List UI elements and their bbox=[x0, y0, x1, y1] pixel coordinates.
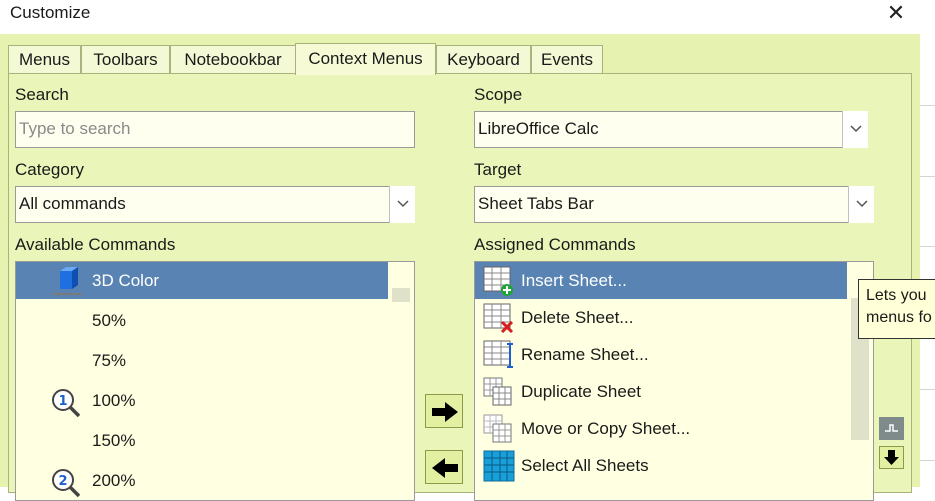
move-up-button[interactable] bbox=[879, 417, 904, 440]
search-label: Search bbox=[15, 85, 69, 104]
list-item[interactable]: 3D Color bbox=[16, 262, 388, 299]
grid-line bbox=[920, 105, 935, 106]
target-label: Target bbox=[474, 160, 522, 179]
category-value: All commands bbox=[19, 194, 126, 213]
grid-line bbox=[920, 176, 935, 177]
grid-line bbox=[920, 460, 935, 461]
tooltip-line: menus fo bbox=[866, 309, 932, 326]
list-item-label: Rename Sheet... bbox=[521, 345, 649, 364]
tab-keyboard[interactable]: Keyboard bbox=[436, 45, 531, 74]
tab-menus[interactable]: Menus bbox=[8, 45, 81, 74]
title-bar: Customize ✕ bbox=[0, 0, 935, 34]
select-all-sheets-icon bbox=[483, 450, 515, 495]
list-item-label: 3D Color bbox=[92, 271, 160, 290]
spreadsheet-grid-edge bbox=[920, 34, 935, 487]
available-commands-label: Available Commands bbox=[15, 235, 176, 254]
list-item-label: Move or Copy Sheet... bbox=[521, 419, 691, 438]
assigned-commands-label: Assigned Commands bbox=[474, 235, 636, 254]
arrow-down-icon bbox=[884, 450, 899, 465]
zoom-200-icon: 2 bbox=[51, 468, 83, 500]
list-item-label: 50% bbox=[92, 311, 127, 330]
move-down-button[interactable] bbox=[879, 446, 904, 469]
list-item-label: 75% bbox=[92, 351, 127, 370]
search-input[interactable]: Type to search bbox=[15, 111, 415, 148]
list-item[interactable]: Duplicate Sheet bbox=[475, 373, 847, 410]
category-combobox[interactable]: All commands bbox=[15, 186, 415, 223]
svg-text:1: 1 bbox=[58, 394, 67, 409]
tab-context-menus[interactable]: Context Menus bbox=[295, 43, 436, 75]
grid-line bbox=[920, 246, 935, 247]
remove-command-button[interactable] bbox=[425, 450, 463, 484]
list-item[interactable]: 2 200% bbox=[16, 462, 388, 499]
list-item-label: 100% bbox=[92, 391, 136, 410]
available-commands-list[interactable]: 3D Color 50% 75% 1 100% 150% 2 200% bbox=[15, 261, 415, 501]
list-item[interactable]: Rename Sheet... bbox=[475, 336, 847, 373]
list-item[interactable]: Select All Sheets bbox=[475, 447, 847, 484]
scope-value: LibreOffice Calc bbox=[478, 119, 599, 138]
list-item[interactable]: 1 100% bbox=[16, 382, 388, 419]
list-item-label: 150% bbox=[92, 431, 136, 450]
list-item[interactable]: Move or Copy Sheet... bbox=[475, 410, 847, 447]
tab-events[interactable]: Events bbox=[531, 45, 603, 74]
target-value: Sheet Tabs Bar bbox=[478, 194, 594, 213]
category-label: Category bbox=[15, 160, 84, 179]
close-icon[interactable]: ✕ bbox=[884, 0, 908, 26]
arrow-left-icon bbox=[432, 458, 458, 478]
list-item-label: 200% bbox=[92, 471, 136, 490]
tab-toolbars[interactable]: Toolbars bbox=[81, 45, 170, 74]
tooltip: Lets you menus fo bbox=[858, 279, 935, 339]
window-title: Customize bbox=[10, 3, 91, 22]
scope-combobox[interactable]: LibreOffice Calc bbox=[474, 111, 868, 148]
tab-notebookbar[interactable]: Notebookbar bbox=[170, 45, 296, 74]
tooltip-line: Lets you bbox=[866, 287, 927, 304]
arrow-right-icon bbox=[432, 402, 458, 422]
assigned-commands-list[interactable]: Insert Sheet... Delete Sheet... Rename S… bbox=[474, 261, 874, 501]
chevron-down-icon[interactable] bbox=[842, 111, 868, 148]
list-item[interactable]: Insert Sheet... bbox=[475, 262, 847, 299]
list-item-label: Insert Sheet... bbox=[521, 271, 627, 290]
scope-label: Scope bbox=[474, 85, 523, 104]
search-placeholder: Type to search bbox=[19, 119, 131, 138]
grid-line bbox=[920, 389, 935, 390]
move-up-icon bbox=[885, 424, 898, 432]
add-command-button[interactable] bbox=[425, 394, 463, 428]
list-item-label: Delete Sheet... bbox=[521, 308, 634, 327]
list-item-label: Select All Sheets bbox=[521, 456, 649, 475]
chevron-down-icon[interactable] bbox=[848, 186, 874, 223]
list-item[interactable]: 150% bbox=[16, 422, 388, 459]
chevron-down-icon[interactable] bbox=[389, 186, 415, 223]
list-item[interactable]: Delete Sheet... bbox=[475, 299, 847, 336]
list-item-label: Duplicate Sheet bbox=[521, 382, 642, 401]
target-combobox[interactable]: Sheet Tabs Bar bbox=[474, 186, 874, 223]
list-item[interactable]: 50% bbox=[16, 302, 388, 339]
available-scrollbar[interactable] bbox=[388, 262, 414, 500]
scrollbar-thumb[interactable] bbox=[392, 288, 410, 302]
list-item[interactable]: 75% bbox=[16, 342, 388, 379]
